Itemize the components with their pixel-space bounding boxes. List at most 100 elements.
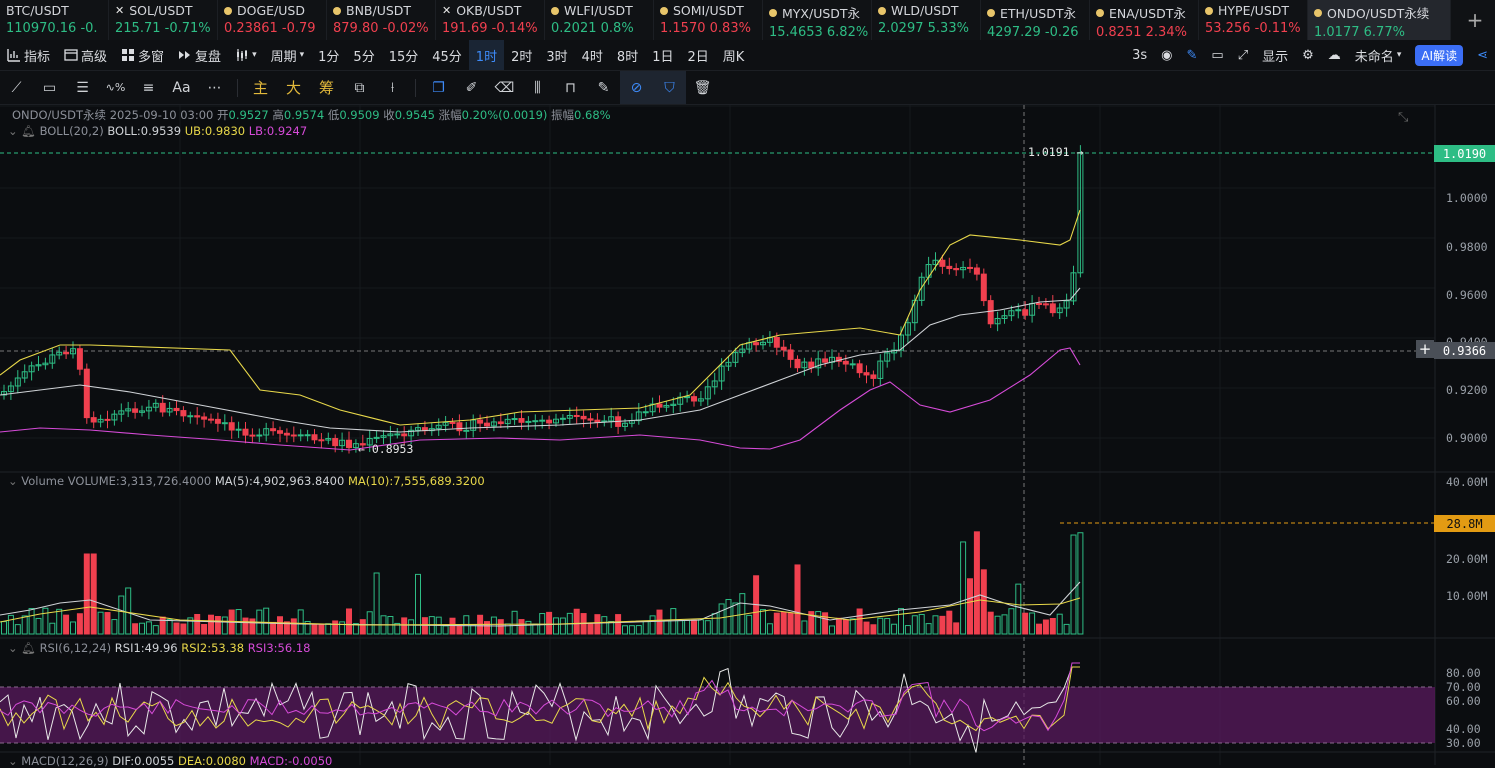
ticker-tab-5[interactable]: WLFI/USDT 0.2021 0.8% bbox=[545, 0, 654, 40]
horizontal-lines-icon[interactable]: ☰ bbox=[66, 71, 99, 104]
multi-window-button[interactable]: 多窗 bbox=[114, 40, 171, 70]
volume-bar bbox=[125, 587, 132, 635]
ticker-symbol-text: DOGE/USD bbox=[237, 3, 305, 18]
ticker-tab-7[interactable]: MYX/USDT永 15.4653 6.82% bbox=[763, 0, 872, 40]
volume-bar bbox=[587, 622, 594, 635]
interval-8[interactable]: 8时 bbox=[610, 40, 645, 70]
volume-bar bbox=[180, 623, 187, 635]
volume-bar bbox=[684, 619, 691, 635]
filter-icon[interactable]: ⛉ bbox=[653, 71, 686, 104]
ticker-tab-9[interactable]: ETH/USDT永 4297.29 -0.26 bbox=[981, 0, 1090, 40]
candle-body bbox=[939, 259, 946, 267]
magnet-icon[interactable]: ⧉ bbox=[343, 71, 376, 104]
ticker-tab-1[interactable]: ✕ SOL/USDT 215.71 -0.71% bbox=[109, 0, 218, 40]
interval-0[interactable]: 1分 bbox=[311, 40, 346, 70]
line-tool-icon[interactable]: ⟋ bbox=[0, 71, 33, 104]
copy-icon[interactable]: ❐ bbox=[422, 71, 455, 104]
coin-icon bbox=[878, 6, 886, 15]
ticker-tab-0[interactable]: BTC/USDT 110970.16 -0. bbox=[0, 0, 109, 40]
advanced-button[interactable]: 高级 bbox=[57, 40, 114, 70]
volume-bar bbox=[1, 621, 7, 635]
more-tools-icon[interactable]: ⋯ bbox=[198, 71, 231, 104]
ticker-price-value: 53.256 bbox=[1205, 21, 1251, 36]
interval-2[interactable]: 15分 bbox=[382, 40, 426, 70]
volume-bar bbox=[953, 622, 960, 635]
interval-5[interactable]: 2时 bbox=[504, 40, 539, 70]
volume-bar bbox=[366, 611, 373, 635]
lock-icon[interactable]: ⊓ bbox=[554, 71, 587, 104]
expand-icon[interactable]: ⤡ bbox=[1398, 110, 1408, 125]
text-tool-icon[interactable]: Aa bbox=[165, 71, 198, 104]
interval-1[interactable]: 5分 bbox=[346, 40, 381, 70]
layout-name-dropdown[interactable]: 未命名 ▾ bbox=[1348, 40, 1409, 70]
interval-3[interactable]: 45分 bbox=[425, 40, 469, 70]
ticker-tab-2[interactable]: DOGE/USD 0.23861 -0.79 bbox=[218, 0, 327, 40]
candle-body bbox=[221, 422, 228, 425]
volume-bar bbox=[221, 616, 228, 635]
ticker-tab-3[interactable]: BNB/USDT 879.80 -0.02% bbox=[327, 0, 436, 40]
main-chart-toggle[interactable]: 主 bbox=[244, 71, 277, 104]
interval-4[interactable]: 1时 bbox=[468, 40, 505, 70]
period-dropdown[interactable]: 周期 ▾ bbox=[264, 40, 312, 70]
add-tab-button[interactable]: + bbox=[1455, 0, 1495, 40]
cloud-icon[interactable]: ☁ bbox=[1321, 40, 1348, 70]
replay-button[interactable]: 复盘 bbox=[171, 40, 228, 70]
volume-bar bbox=[697, 619, 704, 635]
ticker-symbol-text: WLD/USDT bbox=[891, 3, 959, 18]
edit-icon[interactable]: ✎ bbox=[587, 71, 620, 104]
rectangle-tool-icon[interactable]: ▭ bbox=[33, 71, 66, 104]
high-label: 高 bbox=[272, 108, 284, 122]
ticker-tab-8[interactable]: WLD/USDT 2.0297 5.33% bbox=[872, 0, 981, 40]
measure-icon[interactable]: ⟊ bbox=[376, 71, 409, 104]
chart-canvas[interactable] bbox=[0, 105, 1495, 765]
settings-gear-icon[interactable]: ⚙ bbox=[1295, 40, 1321, 70]
volume-bar bbox=[746, 614, 753, 635]
wave-tool-icon[interactable]: ∿% bbox=[99, 71, 132, 104]
ticker-tab-10[interactable]: ENA/USDT永 0.8251 2.34% bbox=[1090, 0, 1199, 40]
axis-tick-label: 30.00 bbox=[1446, 736, 1481, 750]
ticker-tab-6[interactable]: SOMI/USDT 1.1570 0.83% bbox=[654, 0, 763, 40]
pencil-icon[interactable]: ✎ bbox=[1180, 40, 1205, 70]
share-icon[interactable]: ⋖ bbox=[1470, 40, 1495, 70]
ticker-tab-12[interactable]: ONDO/USDT永续 1.0177 6.77% bbox=[1308, 0, 1451, 40]
volume-bar bbox=[835, 617, 842, 635]
close-value: 0.9545 bbox=[394, 108, 435, 122]
fullscreen-icon[interactable]: ⤢ bbox=[1231, 40, 1255, 70]
refresh-rate[interactable]: 3s bbox=[1125, 40, 1154, 70]
chips-toggle[interactable]: 筹 bbox=[310, 71, 343, 104]
interval-10[interactable]: 2日 bbox=[680, 40, 715, 70]
candle-body bbox=[173, 407, 180, 412]
interval-7[interactable]: 4时 bbox=[575, 40, 610, 70]
volume-bar bbox=[677, 620, 684, 635]
candle-body bbox=[304, 434, 311, 437]
candle-body bbox=[228, 422, 235, 431]
volume-bar bbox=[918, 613, 925, 635]
fib-tool-icon[interactable]: ≡ bbox=[132, 71, 165, 104]
ai-read-button[interactable]: AI解读 bbox=[1408, 40, 1470, 70]
volume-bar bbox=[1015, 583, 1022, 635]
interval-9[interactable]: 1日 bbox=[645, 40, 680, 70]
eraser-icon[interactable]: ⌫ bbox=[488, 71, 521, 104]
candles-icon[interactable]: ⫼ bbox=[521, 71, 554, 104]
big-order-toggle[interactable]: 大 bbox=[277, 71, 310, 104]
trash-icon[interactable]: 🗑 bbox=[686, 71, 719, 104]
comment-icon[interactable]: ▭ bbox=[1204, 40, 1230, 70]
indicators-label: 指标 bbox=[24, 49, 51, 65]
ticker-tab-11[interactable]: HYPE/USDT 53.256 -0.11% bbox=[1199, 0, 1308, 40]
indicators-button[interactable]: 指标 bbox=[0, 40, 57, 70]
display-button[interactable]: 显示 bbox=[1255, 40, 1295, 70]
interval-11[interactable]: 周K bbox=[716, 40, 752, 70]
interval-6[interactable]: 3时 bbox=[539, 40, 574, 70]
candle-body bbox=[518, 418, 525, 423]
chart-type-button[interactable]: ▾ bbox=[228, 40, 264, 70]
candle-body bbox=[753, 342, 760, 346]
brush-icon[interactable]: ✐ bbox=[455, 71, 488, 104]
volume-bar bbox=[339, 621, 346, 635]
camera-icon[interactable]: ◉ bbox=[1154, 40, 1179, 70]
link-icon[interactable]: ⊘ bbox=[620, 71, 653, 104]
boll-upper-line bbox=[0, 209, 1081, 426]
ticker-tab-4[interactable]: ✕ OKB/USDT 191.69 -0.14% bbox=[436, 0, 545, 40]
add-alert-icon[interactable]: + bbox=[1416, 340, 1434, 358]
candle-body bbox=[83, 368, 90, 419]
volume-bar bbox=[249, 618, 256, 635]
